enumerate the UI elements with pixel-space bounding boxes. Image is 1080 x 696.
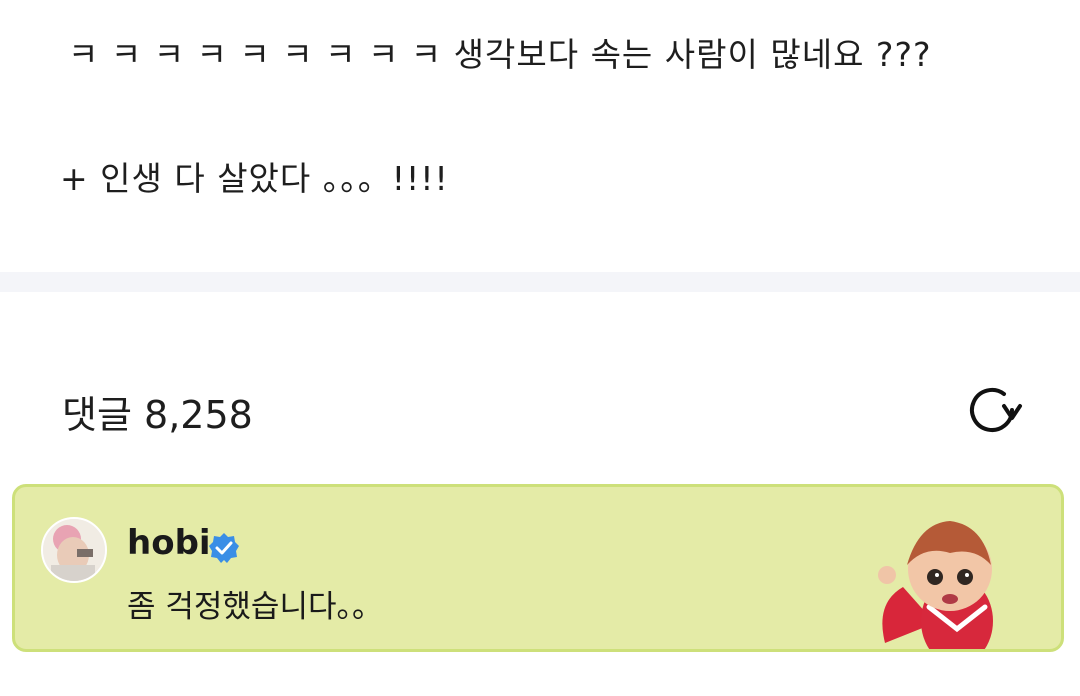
comments-count: 8,258 <box>144 393 253 437</box>
pinned-comment[interactable]: hobi 좀 걱정했습니다。。 <box>12 484 1064 652</box>
post-text-line-2: + 인생 다 살았다 。。。!!!! <box>60 159 449 198</box>
verified-badge-icon <box>209 533 239 563</box>
post-body: ㅋ ㅋ ㅋ ㅋ ㅋ ㅋ ㅋ ㅋ ㅋ 생각보다 속는 사람이 많네요 ??? + … <box>0 0 1080 272</box>
author-name[interactable]: hobi <box>127 523 211 563</box>
refresh-icon <box>970 388 1022 432</box>
character-sticker <box>865 503 1035 649</box>
refresh-button[interactable] <box>960 378 1024 442</box>
comments-title: 댓글 8,258 <box>62 384 253 439</box>
comment-text: 좀 걱정했습니다。。 <box>127 589 383 625</box>
comments-header: 댓글 8,258 <box>0 292 1080 482</box>
section-divider <box>0 272 1080 292</box>
post-text-line-1: ㅋ ㅋ ㅋ ㅋ ㅋ ㅋ ㅋ ㅋ ㅋ 생각보다 속는 사람이 많네요 ??? <box>68 35 932 74</box>
comments-label: 댓글 <box>62 393 132 437</box>
user-avatar[interactable] <box>41 517 107 583</box>
